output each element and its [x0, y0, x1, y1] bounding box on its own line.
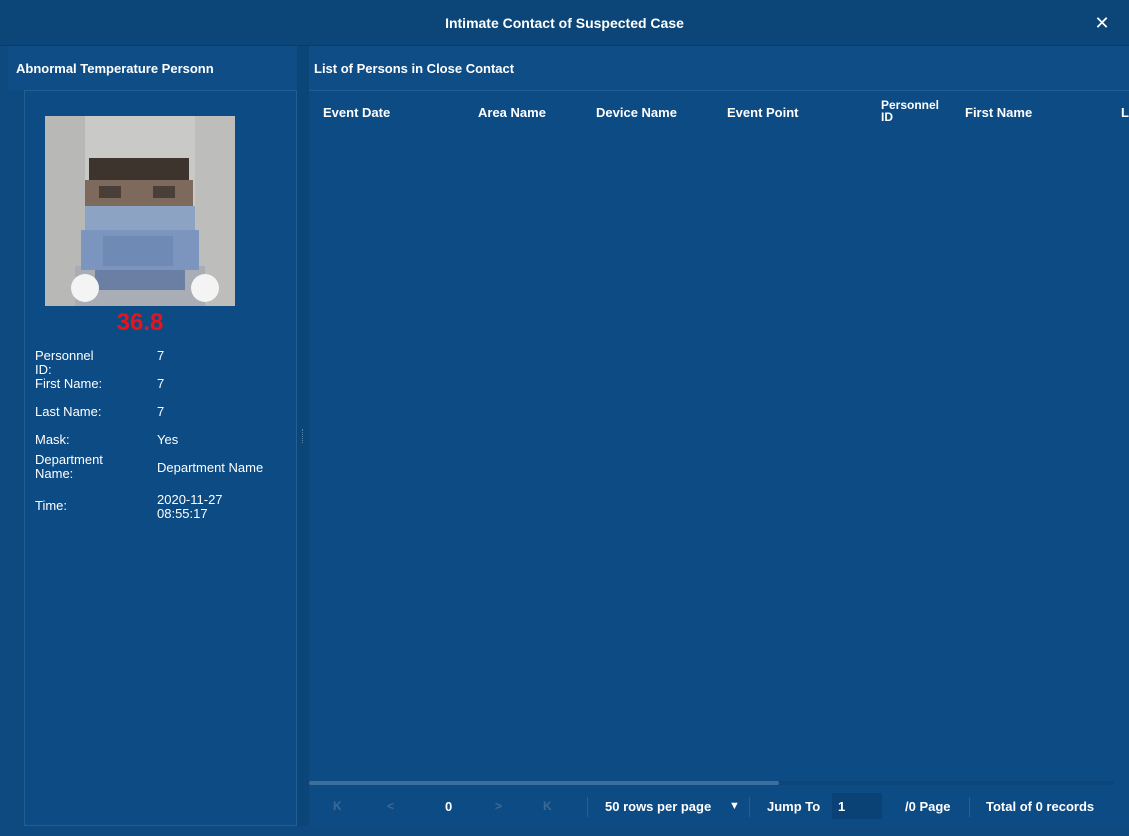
info-value: 2020-11-27 08:55:17 — [157, 493, 223, 521]
info-label: Mask: — [35, 432, 70, 447]
dept-label-line1: Department — [35, 452, 103, 467]
dialog-titlebar: Intimate Contact of Suspected Case ✕ — [0, 0, 1129, 46]
page-total: /0 Page — [905, 799, 951, 814]
left-panel-title: Abnormal Temperature Personn — [8, 46, 297, 90]
pagination-bar: K < 0 > K 50 rows per page ▼ Jump To /0 … — [309, 787, 1129, 827]
splitter-grip-icon[interactable] — [302, 429, 304, 443]
prev-page-icon[interactable]: < — [387, 799, 394, 813]
column-header-first-name[interactable]: First Name — [965, 106, 1032, 119]
info-value: Department Name — [157, 460, 264, 475]
info-value: 7 — [157, 376, 165, 391]
scrollbar-thumb[interactable] — [309, 781, 779, 785]
info-value: 7 — [157, 404, 165, 419]
horizontal-scrollbar[interactable] — [309, 781, 1114, 785]
panel-splitter[interactable] — [297, 46, 309, 826]
info-label: Department Name: — [35, 453, 125, 481]
contacts-grid: Event Date Area Name Device Name Event P… — [309, 90, 1129, 826]
personnel-line2: ID — [881, 110, 893, 124]
chevron-down-icon[interactable]: ▼ — [729, 800, 740, 812]
temperature-reading: 36.8 — [116, 309, 164, 336]
grid-header: Event Date Area Name Device Name Event P… — [309, 91, 1129, 131]
time-date: 2020-11-27 — [157, 492, 223, 507]
info-label: Last Name: — [35, 404, 102, 419]
close-contact-panel: List of Persons in Close Contact Event D… — [309, 46, 1129, 826]
jump-to-label: Jump To — [767, 799, 821, 814]
abnormal-temperature-panel: Abnormal Temperature Personn 36.8 Person… — [8, 46, 297, 826]
info-row-time: Time: 2020-11-27 08:55:17 — [35, 493, 295, 521]
person-photo — [45, 116, 235, 306]
info-value: 7 — [157, 348, 165, 363]
pager-divider — [749, 797, 750, 817]
info-label: Personnel ID: — [35, 348, 94, 377]
close-icon[interactable]: ✕ — [1093, 14, 1111, 32]
dialog-title: Intimate Contact of Suspected Case — [445, 14, 684, 31]
right-panel-title: List of Persons in Close Contact — [309, 46, 1129, 90]
info-row-first-name: First Name: 7 — [35, 377, 295, 391]
info-row-personnel-id: Personnel ID: 7 — [35, 349, 295, 377]
column-header-personnel-id[interactable]: Personnel ID — [881, 99, 951, 123]
info-value: Yes — [157, 432, 179, 447]
next-page-icon[interactable]: > — [495, 799, 502, 813]
person-details: 36.8 Personnel ID: 7 First Name: 7 Last … — [24, 90, 297, 826]
column-header-last-name[interactable]: L — [1121, 106, 1129, 119]
time-clock: 08:55:17 — [157, 506, 208, 521]
first-page-icon[interactable]: K — [333, 799, 342, 813]
pager-divider — [969, 797, 970, 817]
column-header-event-point[interactable]: Event Point — [727, 106, 799, 119]
rows-per-page-select[interactable]: 50 rows per page — [605, 799, 711, 814]
column-header-event-date[interactable]: Event Date — [323, 106, 390, 119]
info-row-last-name: Last Name: 7 — [35, 405, 295, 419]
column-header-device-name[interactable]: Device Name — [596, 106, 677, 119]
info-label: Time: — [35, 498, 68, 513]
current-page-number: 0 — [445, 799, 453, 814]
dept-label-line2: Name: — [35, 466, 74, 481]
records-count: Total of 0 records — [986, 799, 1095, 814]
last-page-icon[interactable]: K — [543, 799, 552, 813]
pager-divider — [587, 797, 588, 817]
column-header-area-name[interactable]: Area Name — [478, 106, 546, 119]
info-label: First Name: — [35, 376, 103, 391]
jump-to-page-input[interactable] — [832, 793, 882, 819]
info-row-mask: Mask: Yes — [35, 433, 295, 447]
info-row-department: Department Name: Department Name — [35, 453, 295, 481]
